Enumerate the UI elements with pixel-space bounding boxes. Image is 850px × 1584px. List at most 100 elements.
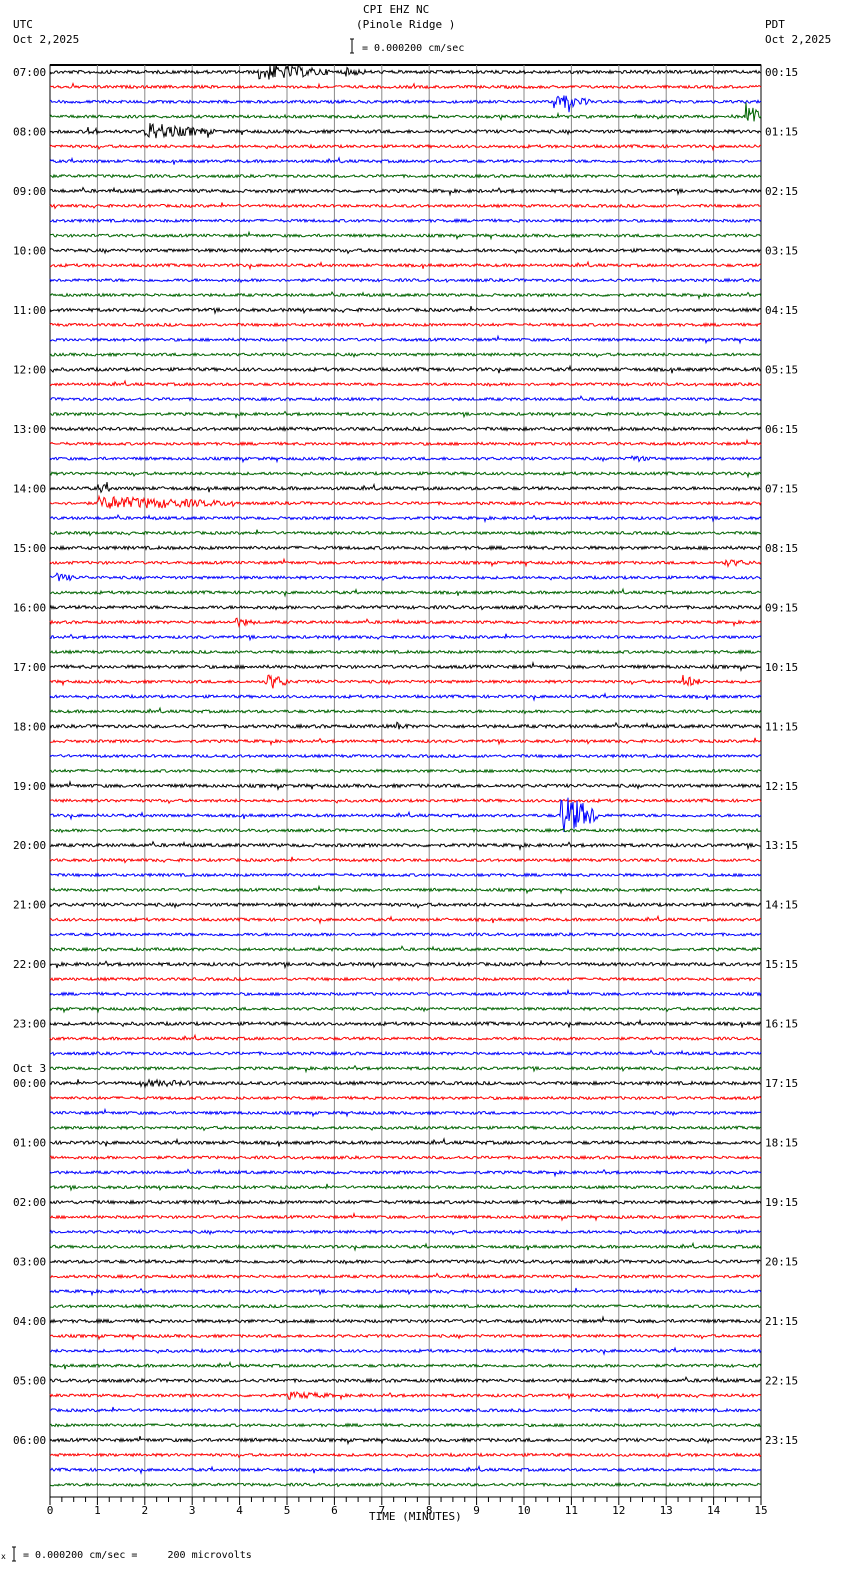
- utc-hour-label: 17:00: [13, 661, 46, 674]
- utc-hour-label: 03:00: [13, 1256, 46, 1269]
- trace-15: [49, 291, 762, 301]
- trace-23: [49, 410, 762, 420]
- pdt-hour-label: 22:15: [765, 1375, 798, 1388]
- trace-94: [49, 1464, 762, 1475]
- trace-72: [49, 1137, 762, 1147]
- pdt-hour-label: 02:15: [765, 185, 798, 198]
- trace-89: [49, 1390, 762, 1401]
- pdt-hour-label: 00:15: [765, 66, 798, 79]
- utc-hour-label: 01:00: [13, 1137, 46, 1150]
- trace-60: [49, 960, 762, 970]
- trace-91: [49, 1422, 762, 1428]
- utc-hour-label: 08:00: [13, 125, 46, 138]
- utc-hour-label: 23:00: [13, 1018, 46, 1031]
- trace-31: [49, 529, 762, 537]
- utc-hour-label: 05:00: [13, 1375, 46, 1388]
- pdt-hour-label: 06:15: [765, 423, 798, 436]
- trace-37: [49, 617, 762, 629]
- trace-70: [49, 1107, 762, 1118]
- trace-67: [49, 1064, 762, 1074]
- trace-1: [49, 81, 762, 90]
- trace-12: [49, 247, 762, 255]
- x-tick-label: 4: [236, 1504, 243, 1517]
- trace-90: [49, 1406, 762, 1413]
- trace-5: [49, 143, 762, 152]
- trace-52: [49, 840, 762, 851]
- trace-61: [49, 976, 761, 982]
- utc-hour-label: 07:00: [13, 66, 46, 79]
- trace-6: [49, 156, 762, 165]
- trace-86: [49, 1346, 762, 1356]
- trace-85: [49, 1333, 762, 1341]
- utc-hour-label: 18:00: [13, 720, 46, 733]
- trace-55: [49, 884, 762, 895]
- trace-65: [49, 1033, 762, 1042]
- x-tick-label: 12: [612, 1504, 625, 1517]
- trace-20: [49, 364, 762, 374]
- trace-62: [49, 988, 762, 997]
- x-tick-label: 5: [284, 1504, 291, 1517]
- pdt-hour-label: 09:15: [765, 601, 798, 614]
- trace-43: [49, 706, 762, 715]
- trace-13: [49, 260, 762, 271]
- pdt-hour-label: 03:15: [765, 244, 798, 257]
- trace-88: [49, 1376, 762, 1384]
- x-tick-label: 13: [660, 1504, 673, 1517]
- trace-11: [49, 230, 762, 241]
- utc-hour-label: 00:00: [13, 1077, 46, 1090]
- x-tick-label: 6: [331, 1504, 338, 1517]
- x-tick-label: 7: [378, 1504, 385, 1517]
- trace-71: [49, 1124, 761, 1132]
- trace-53: [49, 856, 762, 864]
- trace-51: [49, 827, 761, 834]
- utc-hour-label: 10:00: [13, 244, 46, 257]
- x-tick-label: 3: [189, 1504, 196, 1517]
- x-tick-label: 2: [141, 1504, 148, 1517]
- x-tick-label: 10: [517, 1504, 530, 1517]
- trace-49: [49, 797, 762, 805]
- x-tick-label: 0: [47, 1504, 54, 1517]
- trace-80: [49, 1258, 762, 1265]
- pdt-hour-label: 08:15: [765, 542, 798, 555]
- x-tick-label: 11: [565, 1504, 578, 1517]
- trace-48: [49, 779, 762, 792]
- pdt-hour-label: 20:15: [765, 1256, 798, 1269]
- trace-73: [49, 1154, 762, 1161]
- trace-58: [49, 931, 762, 938]
- utc-hour-label: 15:00: [13, 542, 46, 555]
- utc-hour-label: 11:00: [13, 304, 46, 317]
- trace-57: [49, 914, 762, 925]
- x-tick-label: 15: [754, 1504, 767, 1517]
- utc-hour-label: 19:00: [13, 780, 46, 793]
- trace-16: [49, 305, 762, 315]
- trace-27: [49, 470, 762, 479]
- trace-21: [49, 379, 762, 388]
- pdt-hour-label: 13:15: [765, 839, 798, 852]
- trace-93: [49, 1452, 762, 1459]
- pdt-hour-label: 17:15: [765, 1077, 798, 1090]
- x-tick-label: 9: [473, 1504, 480, 1517]
- utc-hour-label: 22:00: [13, 958, 46, 971]
- pdt-hour-label: 12:15: [765, 780, 798, 793]
- trace-45: [49, 737, 762, 747]
- pdt-hour-label: 11:15: [765, 720, 798, 733]
- trace-42: [49, 692, 762, 702]
- trace-82: [49, 1287, 762, 1297]
- pdt-hour-label: 01:15: [765, 125, 798, 138]
- trace-78: [49, 1228, 762, 1236]
- trace-92: [49, 1435, 762, 1446]
- pdt-hour-label: 07:15: [765, 482, 798, 495]
- trace-76: [49, 1198, 762, 1206]
- trace-0: [49, 64, 762, 80]
- trace-44: [49, 721, 762, 730]
- trace-2: [49, 95, 762, 113]
- trace-24: [49, 425, 762, 432]
- trace-26: [49, 455, 762, 464]
- x-tick-label: 14: [707, 1504, 721, 1517]
- trace-8: [49, 186, 762, 197]
- pdt-hour-label: 05:15: [765, 363, 798, 376]
- trace-79: [49, 1241, 762, 1252]
- trace-40: [49, 660, 762, 673]
- trace-34: [49, 572, 762, 582]
- pdt-hour-label: 15:15: [765, 958, 798, 971]
